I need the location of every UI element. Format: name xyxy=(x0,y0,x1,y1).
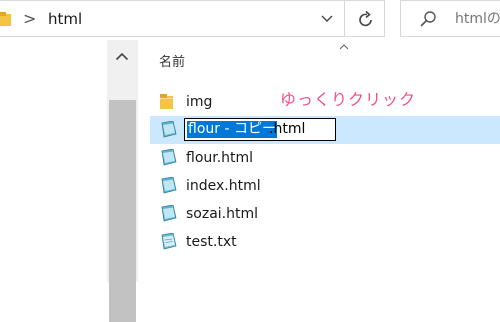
folder-icon xyxy=(160,94,173,109)
file-name: img xyxy=(186,94,213,110)
search-placeholder: htmlの xyxy=(455,11,500,27)
file-name: flour.html xyxy=(186,150,254,166)
list-item[interactable]: sozai.html xyxy=(150,200,500,228)
rename-input[interactable]: flour - コピー .html xyxy=(184,118,336,141)
address-bar[interactable]: > html xyxy=(0,0,345,37)
file-name: test.txt xyxy=(186,234,237,250)
list-item[interactable]: test.txt xyxy=(150,228,500,256)
file-name: index.html xyxy=(186,178,261,194)
column-header-name[interactable]: 名前 xyxy=(159,55,185,71)
rename-extension: .html xyxy=(269,121,306,137)
folder-icon xyxy=(0,12,11,26)
breadcrumb-html[interactable]: html xyxy=(48,10,82,28)
rename-selected-text: flour - コピー xyxy=(187,121,277,138)
sort-ascending-icon xyxy=(339,44,349,50)
annotation-text: ゆっくりクリック xyxy=(280,90,417,109)
vertical-scrollbar[interactable] xyxy=(107,40,138,322)
search-icon xyxy=(420,11,436,27)
refresh-button[interactable] xyxy=(345,0,385,37)
html-file-icon xyxy=(161,205,177,222)
scroll-up-icon[interactable] xyxy=(115,52,129,61)
refresh-icon xyxy=(359,10,372,27)
chevron-down-icon[interactable] xyxy=(320,12,334,26)
text-file-icon xyxy=(161,233,177,250)
html-file-icon xyxy=(161,149,177,166)
file-name: sozai.html xyxy=(186,206,259,222)
html-file-icon xyxy=(161,121,177,138)
scrollbar-thumb[interactable] xyxy=(109,100,136,322)
search-input[interactable]: htmlの xyxy=(400,0,500,37)
list-item[interactable]: index.html xyxy=(150,172,500,200)
breadcrumb-separator[interactable]: > xyxy=(23,10,36,28)
list-item-selected[interactable]: flour - コピー .html xyxy=(150,116,500,144)
list-item[interactable]: flour.html xyxy=(150,144,500,172)
html-file-icon xyxy=(161,177,177,194)
